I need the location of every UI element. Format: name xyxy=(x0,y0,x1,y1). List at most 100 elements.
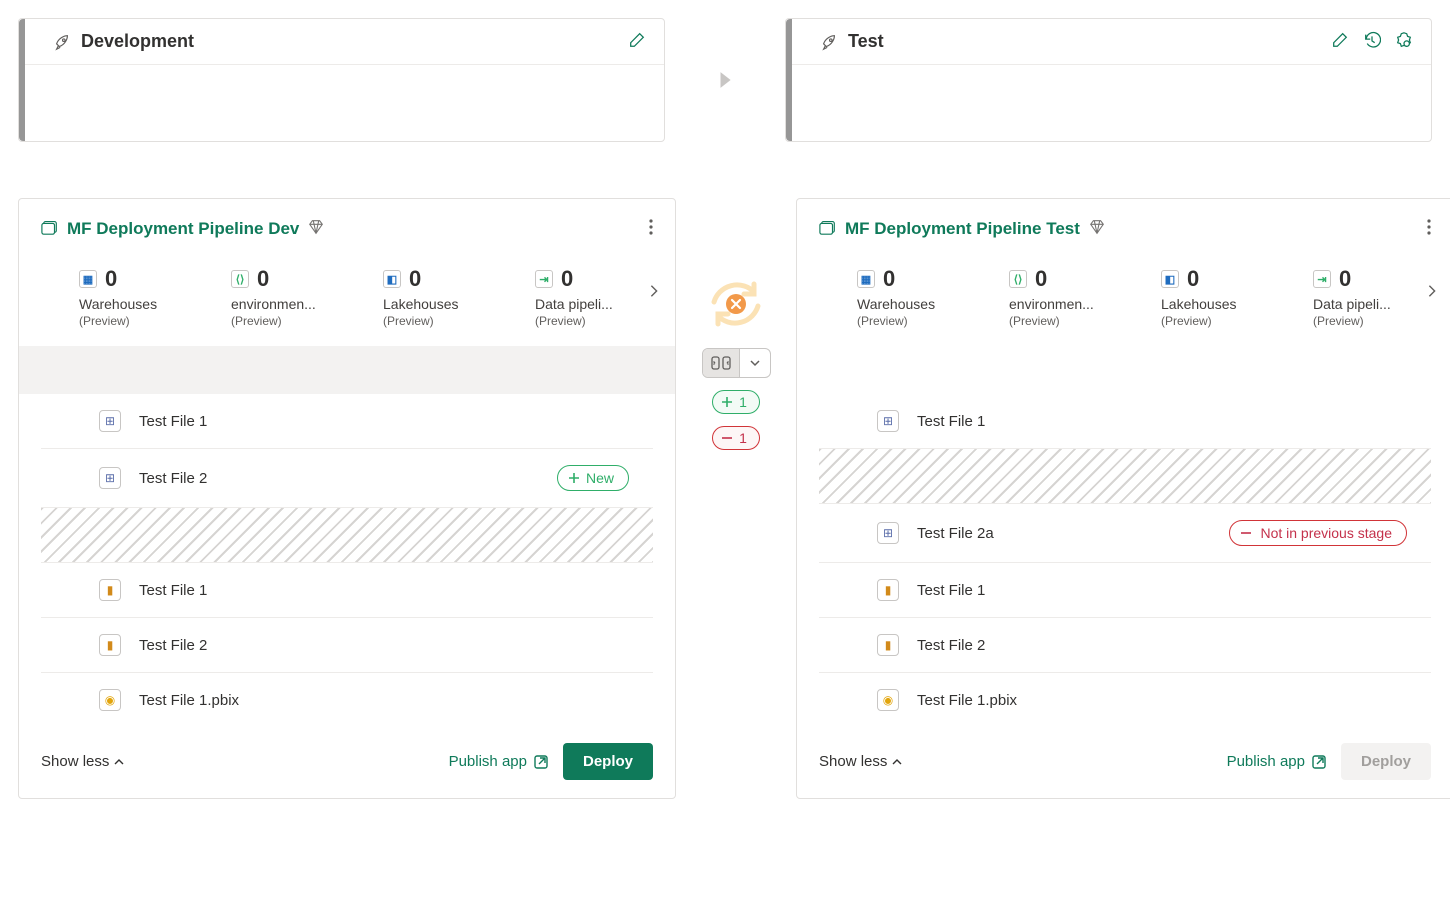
grey-strip xyxy=(19,346,675,394)
env-icon: ⟨⟩ xyxy=(1009,270,1027,288)
stage-advance-arrow[interactable] xyxy=(665,18,785,142)
list-item[interactable]: ▮ Test File 1 xyxy=(819,562,1431,618)
warehouse-icon: ▦ xyxy=(857,270,875,288)
badge-not-in-previous: Not in previous stage xyxy=(1229,520,1407,546)
list-item[interactable]: ▮ Test File 2 xyxy=(819,618,1431,673)
premium-icon xyxy=(1088,218,1106,239)
object-type-strip: ▦0 Warehouses (Preview) ⟨⟩0 environmen..… xyxy=(797,248,1450,346)
more-icon[interactable] xyxy=(1423,215,1435,242)
obj-data-pipelines[interactable]: ⇥0 Data pipeli... (Preview) xyxy=(535,266,665,328)
publish-app-link[interactable]: Publish app xyxy=(449,753,549,770)
workspace-footer: Show less Publish app Deploy xyxy=(19,727,675,798)
stage-card-test: Test xyxy=(785,18,1432,142)
list-item[interactable]: ▮ Test File 1 xyxy=(41,563,653,618)
workspace-test: MF Deployment Pipeline Test ▦0 Warehouse… xyxy=(796,198,1450,799)
workspace-footer: Show less Publish app Deploy xyxy=(797,727,1450,798)
list-item[interactable]: ▮ Test File 2 xyxy=(41,618,653,673)
item-name: Test File 1.pbix xyxy=(917,692,1017,709)
item-group-2: ▮ Test File 1 ▮ Test File 2 ◉ Test File … xyxy=(797,562,1450,727)
stage-row: Development Test xyxy=(18,18,1432,142)
item-name: Test File 1 xyxy=(139,582,207,599)
item-name: Test File 1 xyxy=(917,413,985,430)
rocket-icon xyxy=(53,33,71,51)
env-icon: ⟨⟩ xyxy=(231,270,249,288)
rocket-icon xyxy=(820,33,838,51)
diff-added-pill: 1 xyxy=(712,390,760,414)
pbix-icon: ◉ xyxy=(877,689,899,711)
item-name: Test File 2 xyxy=(139,637,207,654)
list-item[interactable]: ⊞ Test File 1 xyxy=(41,394,653,449)
obj-environments[interactable]: ⟨⟩0 environmen... (Preview) xyxy=(231,266,361,328)
accent-bar xyxy=(19,19,25,141)
more-icon[interactable] xyxy=(645,215,657,242)
obj-warehouses[interactable]: ▦0 Warehouses (Preview) xyxy=(857,266,987,328)
obj-lakehouses[interactable]: ◧0 Lakehouses (Preview) xyxy=(383,266,513,328)
chevron-right-icon[interactable] xyxy=(647,284,661,301)
item-group-1: ⊞ Test File 1 ⊞ Test File 2 New xyxy=(19,394,675,507)
deploy-button[interactable]: Deploy xyxy=(563,743,653,780)
workspace-dev: MF Deployment Pipeline Dev ▦0 Warehouses… xyxy=(18,198,676,799)
publish-app-link[interactable]: Publish app xyxy=(1227,753,1327,770)
list-item[interactable]: ◉ Test File 1.pbix xyxy=(41,673,653,727)
show-less-button[interactable]: Show less xyxy=(41,753,125,770)
item-name: Test File 1.pbix xyxy=(139,692,239,709)
list-item[interactable]: ⊞ Test File 1 xyxy=(819,394,1431,448)
pipeline-icon: ⇥ xyxy=(535,270,553,288)
workspace-icon xyxy=(819,218,837,239)
spacer xyxy=(797,346,1450,394)
edit-icon[interactable] xyxy=(628,31,646,52)
list-item[interactable]: ⊞ Test File 2 New xyxy=(41,449,653,507)
history-icon[interactable] xyxy=(1363,31,1381,52)
stage-title: Development xyxy=(81,31,194,52)
workspace-row: MF Deployment Pipeline Dev ▦0 Warehouses… xyxy=(18,142,1432,799)
dataset-icon: ⊞ xyxy=(99,467,121,489)
obj-environments[interactable]: ⟨⟩0 environmen... (Preview) xyxy=(1009,266,1139,328)
compare-dropdown[interactable] xyxy=(739,349,770,377)
item-name: Test File 2 xyxy=(139,470,207,487)
compare-column: 1 1 xyxy=(676,142,796,450)
object-type-strip: ▦0 Warehouses (Preview) ⟨⟩0 environmen..… xyxy=(19,248,675,346)
item-name: Test File 1 xyxy=(917,582,985,599)
item-name: Test File 1 xyxy=(139,413,207,430)
workspace-icon xyxy=(41,218,59,239)
dataset-icon: ⊞ xyxy=(877,522,899,544)
pbix-icon: ◉ xyxy=(99,689,121,711)
obj-lakehouses[interactable]: ◧0 Lakehouses (Preview) xyxy=(1161,266,1291,328)
pipeline-icon: ⇥ xyxy=(1313,270,1331,288)
workspace-title[interactable]: MF Deployment Pipeline Test xyxy=(845,219,1080,239)
item-group-1: ⊞ Test File 1 xyxy=(797,394,1450,448)
report-icon: ▮ xyxy=(99,634,121,656)
deploy-button: Deploy xyxy=(1341,743,1431,780)
stage-card-development: Development xyxy=(18,18,665,142)
report-icon: ▮ xyxy=(99,579,121,601)
show-less-button[interactable]: Show less xyxy=(819,753,903,770)
accent-bar xyxy=(786,19,792,141)
edit-icon[interactable] xyxy=(1331,31,1349,52)
list-item[interactable]: ◉ Test File 1.pbix xyxy=(819,673,1431,727)
item-name: Test File 2a xyxy=(917,525,994,542)
compare-side-by-side[interactable] xyxy=(703,349,739,377)
workspace-title[interactable]: MF Deployment Pipeline Dev xyxy=(67,219,299,239)
obj-warehouses[interactable]: ▦0 Warehouses (Preview) xyxy=(79,266,209,328)
diff-removed-pill: 1 xyxy=(712,426,760,450)
hatch-placeholder xyxy=(41,507,653,563)
stage-title: Test xyxy=(848,31,884,52)
report-icon: ▮ xyxy=(877,634,899,656)
sync-status-icon xyxy=(704,272,768,336)
lakehouse-icon: ◧ xyxy=(1161,270,1179,288)
item-group-1b: ⊞ Test File 2a Not in previous stage xyxy=(797,504,1450,562)
item-group-2: ▮ Test File 1 ▮ Test File 2 ◉ Test File … xyxy=(19,563,675,727)
report-icon: ▮ xyxy=(877,579,899,601)
item-name: Test File 2 xyxy=(917,637,985,654)
dataset-icon: ⊞ xyxy=(877,410,899,432)
badge-new: New xyxy=(557,465,629,491)
lakehouse-icon: ◧ xyxy=(383,270,401,288)
list-item[interactable]: ⊞ Test File 2a Not in previous stage xyxy=(819,504,1431,562)
settings-icon[interactable] xyxy=(1395,31,1413,52)
hatch-placeholder xyxy=(819,448,1431,504)
compare-toggle[interactable] xyxy=(702,348,771,378)
dataset-icon: ⊞ xyxy=(99,410,121,432)
chevron-right-icon[interactable] xyxy=(1425,284,1439,301)
premium-icon xyxy=(307,218,325,239)
obj-data-pipelines[interactable]: ⇥0 Data pipeli... (Preview) xyxy=(1313,266,1443,328)
